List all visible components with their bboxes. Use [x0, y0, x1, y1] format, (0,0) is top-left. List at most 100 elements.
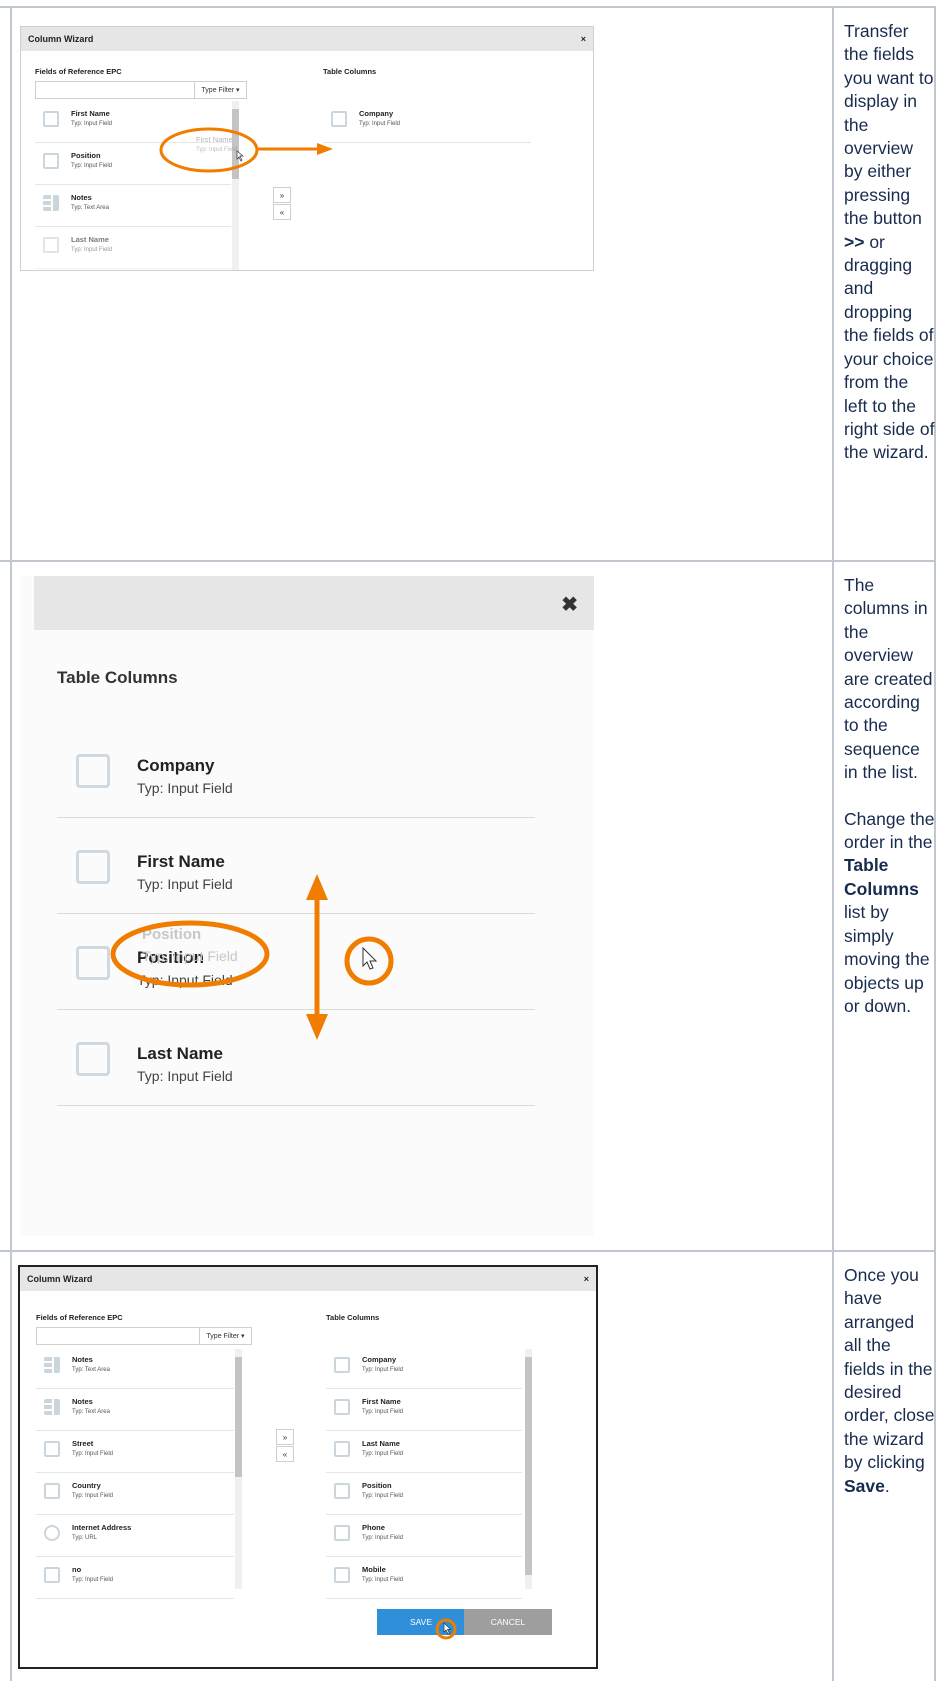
- column-wizard-screenshot: Column Wizard × Fields of Reference EPC …: [20, 26, 594, 271]
- step-description: Transfer the fields you want to display …: [844, 20, 936, 465]
- description-bold: Save: [844, 1475, 885, 1496]
- move-left-button[interactable]: «: [273, 204, 291, 220]
- close-icon[interactable]: ×: [584, 1274, 589, 1284]
- field-type: Typ: Input Field: [362, 1577, 404, 1583]
- list-item[interactable]: Notes Typ: Text Area: [36, 1387, 234, 1431]
- move-left-button[interactable]: «: [276, 1446, 294, 1462]
- edit-icon: [334, 1399, 350, 1415]
- edit-icon: [334, 1441, 350, 1457]
- field-name: Last Name: [71, 235, 109, 244]
- edit-icon: [43, 237, 59, 253]
- field-name: Company: [362, 1355, 397, 1364]
- list-item[interactable]: Company Typ: Input Field: [57, 722, 535, 818]
- field-name: Internet Address: [72, 1523, 132, 1532]
- field-type: Typ: Text Area: [71, 205, 109, 211]
- text-area-icon: [44, 1357, 60, 1373]
- description-text: Change the order in the: [844, 808, 935, 853]
- field-type: Typ: Input Field: [362, 1409, 404, 1415]
- field-type: Typ: Input Field: [362, 1451, 404, 1457]
- field-name: Phone: [362, 1523, 385, 1532]
- field-type: Typ: Input Field: [137, 1068, 233, 1084]
- list-item[interactable]: First Name Typ: Input Field: [57, 818, 535, 914]
- scrollbar[interactable]: [525, 1349, 532, 1589]
- close-icon[interactable]: ×: [581, 34, 586, 44]
- description-tail: list by simply moving the objects up or …: [844, 902, 930, 1016]
- field-name: Notes: [71, 193, 92, 202]
- list-item[interactable]: Position Typ: Input Field: [326, 1471, 522, 1515]
- field-name: Notes: [72, 1397, 93, 1406]
- description-text: Transfer the fields you want to display …: [844, 21, 934, 229]
- table-row: Column Wizard × Fields of Reference EPC …: [0, 6, 936, 560]
- move-right-button[interactable]: »: [273, 187, 291, 203]
- field-name: Mobile: [362, 1565, 386, 1574]
- list-item[interactable]: Company Typ: Input Field: [323, 99, 531, 143]
- type-filter-button[interactable]: Type Filter ▾: [199, 1327, 252, 1345]
- list-item[interactable]: no Typ: Input Field: [36, 1555, 234, 1599]
- list-item[interactable]: Street Typ: Input Field: [36, 1429, 234, 1473]
- field-name: First Name: [362, 1397, 401, 1406]
- edit-icon: [76, 946, 110, 980]
- column-wizard-screenshot: Column Wizard × Fields of Reference EPC …: [18, 1265, 598, 1669]
- field-name: Last Name: [137, 1044, 223, 1063]
- table-columns-title: Table Columns: [57, 668, 178, 687]
- scrollbar[interactable]: [232, 101, 239, 270]
- edit-icon: [44, 1567, 60, 1583]
- field-type: Typ: Input Field: [362, 1493, 404, 1499]
- field-type: Typ: Input Field: [72, 1493, 114, 1499]
- scrollbar[interactable]: [235, 1349, 242, 1589]
- list-item[interactable]: Mobile Typ: Input Field: [326, 1555, 522, 1599]
- table-columns-zoom-screenshot: ✖ Table Columns Company Typ: Input Field…: [20, 576, 594, 1236]
- description-bold: Table Columns: [844, 855, 919, 899]
- description-bold: >>: [844, 231, 865, 252]
- field-type: Typ: Input Field: [137, 780, 233, 796]
- field-type: Typ: Input Field: [71, 163, 113, 169]
- field-name: Notes: [72, 1355, 93, 1364]
- field-name: First Name: [71, 109, 110, 118]
- edit-icon: [43, 111, 59, 127]
- globe-icon: [44, 1525, 60, 1541]
- list-item[interactable]: Country Typ: Input Field: [36, 1471, 234, 1515]
- left-list-label: Fields of Reference EPC: [36, 1313, 123, 1322]
- description-tail: .: [884, 1475, 890, 1496]
- right-list-label: Table Columns: [326, 1313, 380, 1322]
- field-type: Typ: Input Field: [362, 1367, 404, 1373]
- edit-icon: [76, 1042, 110, 1076]
- zoom-header: ✖: [34, 576, 594, 630]
- field-type: Typ: Input Field: [72, 1577, 114, 1583]
- search-input[interactable]: [35, 81, 195, 99]
- cancel-button[interactable]: CANCEL: [464, 1609, 552, 1635]
- edit-icon: [331, 111, 347, 127]
- field-name: First Name: [137, 852, 225, 871]
- field-type: Typ: Input Field: [71, 247, 113, 253]
- list-item[interactable]: Last Name Typ: Input Field: [326, 1429, 522, 1473]
- list-item[interactable]: Position Typ: Input Field: [57, 914, 535, 1010]
- search-input[interactable]: [36, 1327, 200, 1345]
- list-item[interactable]: Company Typ: Input Field: [326, 1345, 522, 1389]
- wizard-title: Column Wizard: [27, 1274, 93, 1284]
- list-item[interactable]: Notes Typ: Text Area: [36, 1345, 234, 1389]
- drag-ghost: First Name Typ: Input Field: [178, 135, 258, 165]
- list-item[interactable]: Phone Typ: Input Field: [326, 1513, 522, 1557]
- list-item[interactable]: Last Name Typ: Input Field: [35, 225, 231, 269]
- edit-icon: [76, 850, 110, 884]
- wizard-header: Column Wizard ×: [21, 27, 593, 51]
- list-item[interactable]: Last Name Typ: Input Field: [57, 1010, 535, 1106]
- step-description: Once you have arranged all the fields in…: [844, 1264, 936, 1498]
- list-item[interactable]: Internet Address Typ: URL: [36, 1513, 234, 1557]
- field-type: Typ: Text Area: [72, 1409, 110, 1415]
- edit-icon: [76, 754, 110, 788]
- edit-icon: [334, 1483, 350, 1499]
- field-name: Last Name: [362, 1439, 400, 1448]
- list-item[interactable]: First Name Typ: Input Field: [326, 1387, 522, 1431]
- text-area-icon: [43, 195, 59, 211]
- type-filter-button[interactable]: Type Filter ▾: [194, 81, 247, 99]
- close-icon[interactable]: ✖: [561, 592, 578, 617]
- save-button[interactable]: SAVE: [377, 1609, 465, 1635]
- move-right-button[interactable]: »: [276, 1429, 294, 1445]
- wizard-header: Column Wizard ×: [20, 1267, 596, 1291]
- field-name: Street: [72, 1439, 94, 1448]
- field-type: Typ: Input Field: [359, 121, 401, 127]
- ghost-name: First Name: [196, 135, 233, 144]
- list-item[interactable]: Notes Typ: Text Area: [35, 183, 231, 227]
- field-name: Company: [137, 756, 215, 775]
